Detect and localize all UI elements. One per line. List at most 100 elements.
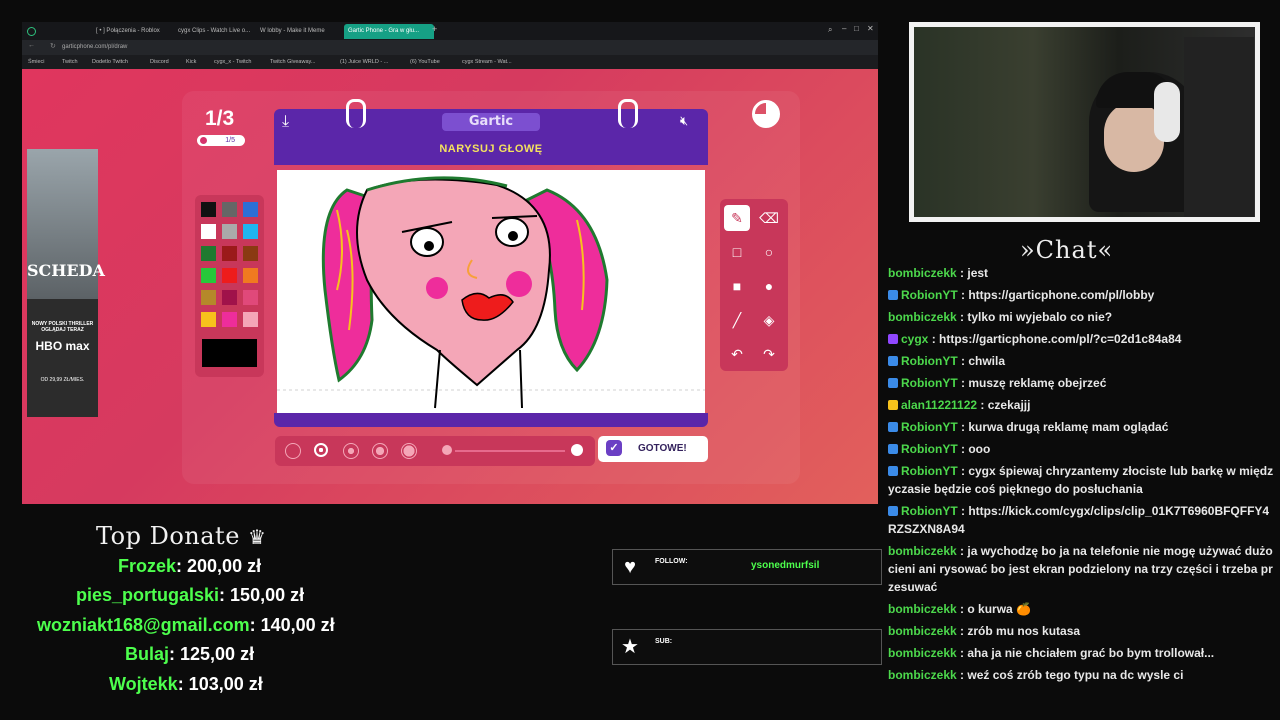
chat-separator: :: [956, 624, 968, 638]
color-swatch[interactable]: [222, 202, 237, 217]
chat-username[interactable]: cygx: [901, 332, 928, 346]
color-swatch[interactable]: [243, 268, 258, 283]
eraser-tool[interactable]: ⌫: [756, 205, 782, 231]
gaming-chair: [1184, 37, 1254, 217]
donate-entry: Bulaj: 125,00 zł: [125, 644, 255, 664]
color-swatch[interactable]: [201, 290, 216, 305]
tab-roblox[interactable]: [ • ] Połączenia - Roblox: [92, 24, 176, 39]
opacity-slider-track[interactable]: [455, 450, 565, 452]
color-swatch[interactable]: [201, 202, 216, 217]
chat-username[interactable]: bombiczekk: [888, 602, 957, 616]
url-text[interactable]: garticphone.com/pl/draw: [62, 42, 127, 53]
chat-username[interactable]: alan11221122: [901, 398, 977, 412]
chat-separator: :: [956, 310, 968, 324]
bookmark-item[interactable]: (1) Juice WRLD - ...: [340, 57, 388, 67]
webcam-video: [914, 27, 1255, 217]
chat-separator: :: [928, 332, 940, 346]
bookmark-item[interactable]: cygx_x - Twitch: [214, 57, 252, 67]
color-swatch[interactable]: [222, 246, 237, 261]
chat-username[interactable]: RobionYT: [901, 288, 958, 302]
bookmark-item[interactable]: Kick: [186, 57, 196, 67]
redo-tool[interactable]: ↷: [756, 341, 782, 367]
color-swatch[interactable]: [201, 312, 216, 327]
color-swatch[interactable]: [201, 224, 216, 239]
bookmark-item[interactable]: Twitch Giveaway...: [270, 57, 315, 67]
bookmark-item[interactable]: (6) YouTube: [410, 57, 440, 67]
color-swatch[interactable]: [222, 312, 237, 327]
tab-cygx-clips[interactable]: cygx Clips - Watch Live o...: [174, 24, 258, 39]
pen-tool[interactable]: ✎: [724, 205, 750, 231]
chat-username[interactable]: RobionYT: [901, 464, 958, 478]
chat-username[interactable]: bombiczekk: [888, 646, 957, 660]
chat-username[interactable]: RobionYT: [901, 376, 958, 390]
color-swatch[interactable]: [243, 202, 258, 217]
opacity-slider-handle[interactable]: [571, 444, 583, 456]
color-swatch[interactable]: [243, 312, 258, 327]
line-tool[interactable]: ╱: [724, 307, 750, 333]
new-tab-button[interactable]: +: [432, 24, 437, 34]
chat-log: bombiczekk : jest RobionYT : https://gart…: [886, 262, 1276, 712]
drawing-canvas[interactable]: [277, 170, 705, 416]
filled-ellipse-tool[interactable]: ●: [756, 273, 782, 299]
chat-username[interactable]: bombiczekk: [888, 266, 957, 280]
chat-username[interactable]: RobionYT: [901, 442, 958, 456]
brush-size-option[interactable]: [285, 443, 301, 459]
brush-size-option[interactable]: [401, 443, 417, 459]
color-swatch[interactable]: [201, 246, 216, 261]
ellipse-tool[interactable]: ○: [756, 239, 782, 265]
chat-separator: :: [957, 354, 969, 368]
follow-label: FOLLOW:: [655, 558, 688, 565]
color-swatch[interactable]: [222, 290, 237, 305]
round-counter: 1/3: [205, 107, 235, 130]
close-window-button[interactable]: ✕: [867, 24, 874, 33]
bookmark-item[interactable]: Dodetlo Twitch: [92, 57, 128, 67]
maximize-button[interactable]: □: [854, 24, 859, 33]
follow-alert-box: ♥ FOLLOW: ysonedmurfsil: [612, 549, 882, 585]
gartic-page: SCHEDA NOWY POLSKI THRILLER OGLĄDAJ TERA…: [22, 69, 878, 504]
brush-size-option[interactable]: [343, 443, 359, 459]
chat-username[interactable]: RobionYT: [901, 504, 958, 518]
mute-icon[interactable]: 🔇︎: [680, 113, 688, 129]
chat-username[interactable]: bombiczekk: [888, 668, 957, 682]
bookmark-item[interactable]: Twitch: [62, 57, 78, 67]
chat-username[interactable]: RobionYT: [901, 354, 958, 368]
color-swatch[interactable]: [243, 290, 258, 305]
reload-icon[interactable]: ↻: [50, 42, 56, 50]
bookmark-item[interactable]: cygx Stream - Wat...: [462, 57, 512, 67]
address-bar[interactable]: ← ↻ garticphone.com/pl/draw: [22, 40, 878, 55]
back-icon[interactable]: ←: [28, 42, 35, 49]
chat-username[interactable]: bombiczekk: [888, 624, 957, 638]
rectangle-tool[interactable]: □: [724, 239, 750, 265]
check-badge-icon: ✓: [606, 440, 622, 456]
chat-separator: :: [956, 602, 968, 616]
tab-gartic-phone[interactable]: Gartic Phone - Gra w głu...: [344, 24, 434, 39]
bookmark-item[interactable]: Discord: [150, 57, 169, 67]
chat-username[interactable]: bombiczekk: [888, 310, 957, 324]
color-swatch[interactable]: [243, 246, 258, 261]
color-swatch[interactable]: [222, 268, 237, 283]
color-swatch[interactable]: [222, 224, 237, 239]
tab-make-it-meme[interactable]: W lobby - Make it Meme: [256, 24, 344, 39]
chat-username[interactable]: RobionYT: [901, 420, 958, 434]
done-button[interactable]: ✓ GOTOWE!: [598, 436, 708, 462]
hbo-ad-banner[interactable]: SCHEDA NOWY POLSKI THRILLER OGLĄDAJ TERA…: [27, 149, 105, 417]
chat-username[interactable]: bombiczekk: [888, 544, 957, 558]
filled-rectangle-tool[interactable]: ■: [724, 273, 750, 299]
chat-message: bombiczekk : jest: [886, 262, 1276, 284]
color-swatch[interactable]: [201, 268, 216, 283]
chat-separator: :: [957, 420, 969, 434]
user-badge-icon: [888, 466, 898, 476]
fill-bucket-tool[interactable]: ◈: [756, 307, 782, 333]
brush-size-option[interactable]: [372, 443, 388, 459]
undo-tool[interactable]: ↶: [724, 341, 750, 367]
bookmark-item[interactable]: Śmieci: [28, 57, 45, 67]
chat-separator: :: [956, 544, 968, 558]
star-icon: ★: [621, 636, 639, 658]
chat-message: RobionYT : https://garticphone.com/pl/lo…: [886, 284, 1276, 306]
minimize-button[interactable]: –: [842, 24, 846, 33]
headphones: [1154, 82, 1180, 142]
color-swatch[interactable]: [243, 224, 258, 239]
brush-size-option[interactable]: [314, 443, 328, 457]
search-tabs-icon[interactable]: ⌕: [828, 25, 832, 35]
download-icon[interactable]: ⤓: [282, 113, 289, 131]
